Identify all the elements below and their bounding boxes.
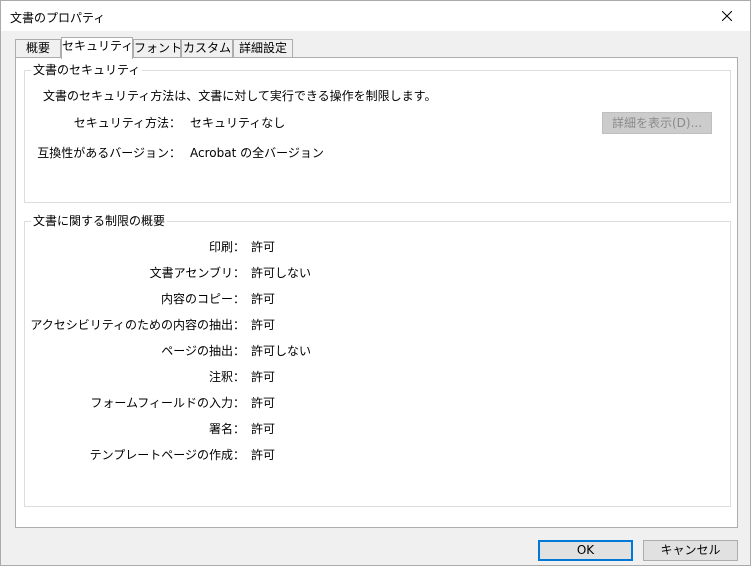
window-title: 文書のプロパティ bbox=[10, 11, 106, 25]
restrictions-summary-title: 文書に関する制限の概要 bbox=[31, 213, 168, 229]
title-bar: 文書のプロパティ bbox=[1, 1, 750, 31]
restriction-label: 文書アセンブリ： bbox=[149, 266, 245, 280]
restriction-value: 許可 bbox=[251, 448, 276, 462]
tab-summary[interactable]: 概要 bbox=[15, 39, 61, 58]
compatible-version-value: Acrobat の全バージョン bbox=[190, 146, 324, 160]
restriction-label: テンプレートページの作成： bbox=[89, 448, 245, 462]
close-button[interactable] bbox=[704, 1, 750, 31]
tab-custom[interactable]: カスタム bbox=[181, 39, 233, 58]
document-properties-dialog: 文書のプロパティ 概要 セキュリティ フォント カスタム 詳細設定 文書のセキュ… bbox=[0, 0, 751, 566]
security-description: 文書のセキュリティ方法は、文書に対して実行できる操作を制限します。 bbox=[43, 89, 437, 103]
security-method-label: セキュリティ方法： bbox=[73, 116, 181, 130]
restriction-value: 許可 bbox=[251, 396, 276, 410]
tab-fonts[interactable]: フォント bbox=[133, 39, 182, 58]
security-tab-panel: 文書のセキュリティ 文書のセキュリティ方法は、文書に対して実行できる操作を制限し… bbox=[15, 57, 738, 528]
restriction-value: 許可 bbox=[251, 370, 276, 384]
restriction-label: フォームフィールドの入力： bbox=[90, 396, 245, 410]
tab-advanced[interactable]: 詳細設定 bbox=[233, 39, 293, 58]
cancel-button[interactable]: キャンセル bbox=[643, 540, 738, 561]
close-icon bbox=[722, 11, 732, 21]
restriction-value: 許可しない bbox=[251, 266, 312, 280]
restriction-label: 署名： bbox=[208, 422, 245, 436]
document-security-title: 文書のセキュリティ bbox=[31, 62, 143, 78]
ok-button[interactable]: OK bbox=[538, 540, 633, 561]
restriction-value: 許可 bbox=[251, 422, 276, 436]
compatible-version-label: 互換性があるバージョン： bbox=[37, 146, 181, 160]
document-security-group: 文書のセキュリティ 文書のセキュリティ方法は、文書に対して実行できる操作を制限し… bbox=[24, 62, 731, 203]
restriction-value: 許可しない bbox=[251, 344, 312, 358]
restriction-value: 許可 bbox=[251, 240, 276, 254]
restrictions-summary-group: 文書に関する制限の概要 印刷： 許可 文書アセンブリ： 許可しない 内容のコピー… bbox=[24, 213, 731, 507]
show-details-button[interactable]: 詳細を表示(D)... bbox=[602, 112, 712, 134]
restriction-value: 許可 bbox=[251, 292, 276, 306]
restriction-value: 許可 bbox=[251, 318, 276, 332]
security-method-value: セキュリティなし bbox=[190, 116, 286, 130]
tab-security[interactable]: セキュリティ bbox=[61, 37, 133, 59]
restriction-label: ページの抽出： bbox=[161, 344, 245, 358]
restriction-label: 印刷： bbox=[208, 240, 245, 254]
restriction-label: 内容のコピー： bbox=[160, 292, 245, 306]
restriction-label: アクセシビリティのための内容の抽出： bbox=[30, 318, 245, 332]
restriction-label: 注釈： bbox=[208, 370, 245, 384]
